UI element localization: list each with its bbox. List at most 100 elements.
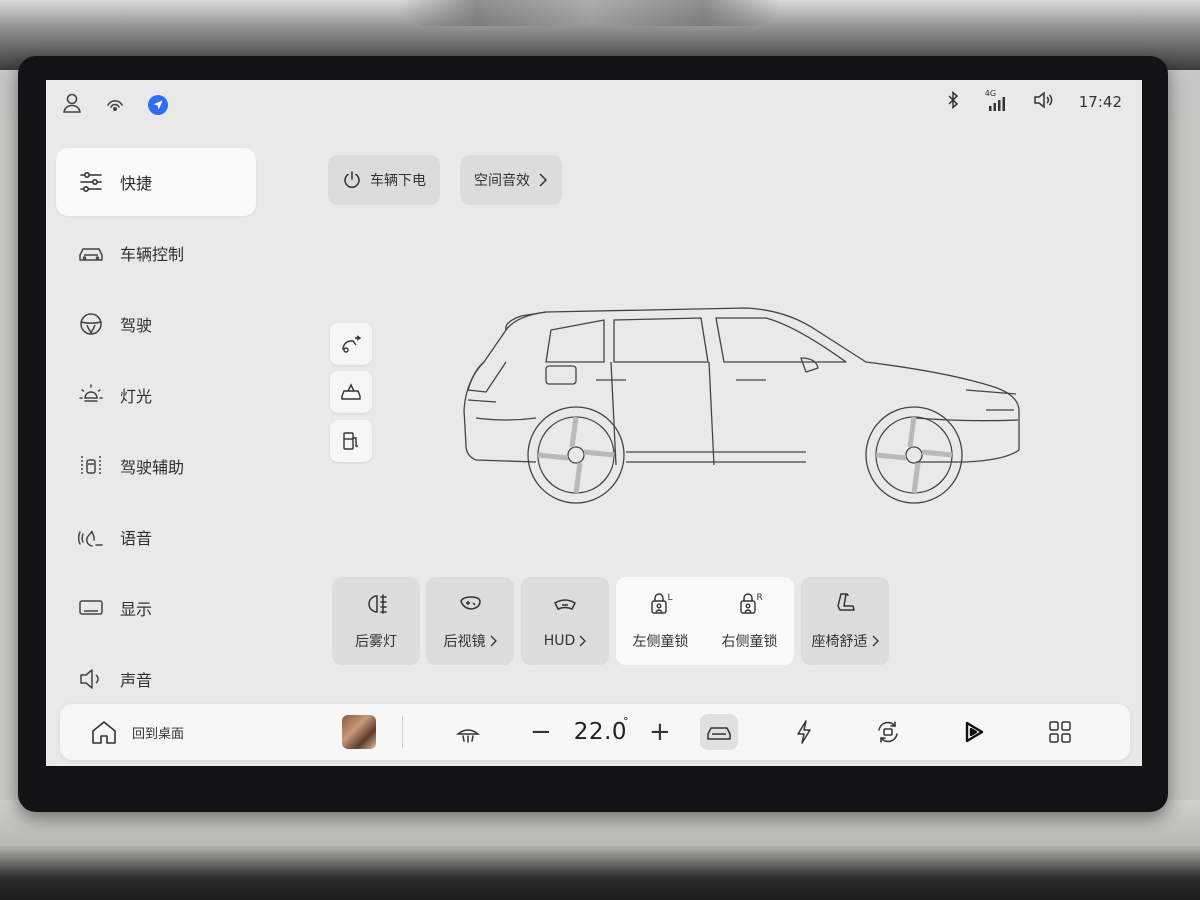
car-icon [79, 248, 103, 261]
light-icon [79, 384, 103, 402]
left-child-lock-button[interactable]: L 左侧童锁 [616, 577, 705, 665]
speaker-icon [80, 669, 99, 689]
temperature-control: − 22.0 ° + [530, 704, 671, 760]
hotspot-icon[interactable] [104, 94, 126, 116]
sidebar-item-display[interactable]: 显示 [56, 574, 256, 642]
rear-fog-light-button[interactable]: 后雾灯 [332, 577, 420, 665]
mirrors-label: 后视镜 [443, 634, 486, 650]
media-thumbnail[interactable] [342, 704, 376, 760]
dashboard-bottom [0, 800, 1200, 900]
temp-increase-button[interactable]: + [649, 717, 671, 747]
bluetooth-icon[interactable] [947, 90, 959, 113]
sidebar-item-label: 快捷 [120, 174, 153, 193]
volume-icon[interactable] [1033, 91, 1053, 113]
infotainment-screen: 4G 17:42 快捷 车辆控制 驾驶 灯光 驾驶辅助 语音 显示 声音 车辆下… [46, 80, 1142, 766]
reflection [400, 0, 780, 26]
hud-button[interactable]: HUD [521, 577, 609, 665]
left-child-lock-icon-wrap: L [648, 591, 674, 617]
right-child-lock-icon-wrap: R [737, 591, 763, 617]
vehicle-illustration [463, 307, 1020, 504]
play-icon [965, 721, 984, 743]
home-icon [92, 721, 116, 744]
display-icon [79, 600, 103, 615]
sliders-icon [80, 171, 102, 192]
vehicle-shortcut-button[interactable] [700, 704, 738, 760]
charge-port-button[interactable] [330, 420, 372, 462]
mirrors-tile-label: 后视镜 [444, 631, 497, 651]
home-button[interactable]: 回到桌面 [90, 704, 184, 760]
left-child-lock-label: 左侧童锁 [632, 634, 689, 650]
signal-icon: 4G [985, 89, 1007, 112]
temperature-number: 22.0 [573, 719, 628, 745]
front-trunk-icon [341, 383, 361, 400]
charging-button[interactable] [790, 704, 818, 760]
hud-label: HUD [543, 633, 576, 649]
trim-right [1166, 120, 1200, 820]
sidebar-item-label: 驾驶 [120, 316, 153, 335]
mirrors-button[interactable]: 后视镜 [426, 577, 514, 665]
lock-side-label: L [667, 593, 673, 603]
status-bar: 4G 17:42 [46, 80, 1142, 128]
right-child-lock-label: 右侧童锁 [721, 634, 778, 650]
lightning-icon [797, 720, 811, 744]
chevron-right-icon [872, 635, 879, 647]
power-off-label: 车辆下电 [370, 173, 426, 189]
chevron-right-icon [490, 635, 497, 647]
hud-tile-label: HUD [544, 633, 587, 649]
seat-comfort-label: 座椅舒适 [811, 634, 868, 650]
chevron-right-icon [579, 635, 587, 647]
sidebar-item-lights[interactable]: 灯光 [56, 361, 256, 429]
temperature-value: 22.0 ° [573, 715, 629, 745]
app-grid-button[interactable] [1046, 704, 1074, 760]
temp-decrease-button[interactable]: − [530, 717, 552, 747]
tailgate-icon [342, 335, 362, 353]
camera-rotate-icon [878, 721, 898, 743]
charge-port-icon [343, 432, 358, 450]
camera-360-button[interactable] [874, 704, 902, 760]
power-off-button[interactable]: 车辆下电 [328, 155, 440, 205]
vehicle-shortcut-active [700, 714, 738, 750]
degree-icon: ° [623, 715, 630, 728]
power-icon [344, 171, 360, 188]
right-child-lock-button[interactable]: R 右侧童锁 [705, 577, 794, 665]
sidebar-item-label: 灯光 [120, 387, 153, 406]
sidebar-item-label: 语音 [120, 529, 153, 548]
bottom-dock: 回到桌面 − 22.0 ° + [60, 704, 1130, 760]
sidebar-item-driving[interactable]: 驾驶 [56, 290, 256, 358]
sidebar-item-driver-assist[interactable]: 驾驶辅助 [56, 432, 256, 500]
sidebar-item-quick[interactable]: 快捷 [56, 148, 256, 216]
media-play-button[interactable] [960, 704, 988, 760]
grid-icon [1049, 721, 1071, 743]
sidebar-item-label: 驾驶辅助 [120, 458, 185, 477]
spatial-audio-label: 空间音效 [474, 173, 530, 189]
spatial-audio-button[interactable]: 空间音效 [460, 155, 562, 205]
sidebar-item-voice[interactable]: 语音 [56, 503, 256, 571]
rear-fog-icon [368, 594, 387, 614]
defrost-button[interactable] [454, 704, 482, 760]
lock-side-label: R [756, 593, 763, 603]
home-label: 回到桌面 [132, 726, 185, 742]
clock: 17:42 [1078, 93, 1122, 111]
settings-sidebar: 快捷 车辆控制 驾驶 灯光 驾驶辅助 语音 显示 声音 [56, 148, 256, 716]
seat-icon [837, 593, 855, 611]
steering-wheel-icon [80, 313, 102, 335]
navigation-icon[interactable] [148, 95, 168, 115]
car-icon [707, 727, 731, 740]
seat-comfort-button[interactable]: 座椅舒适 [801, 577, 889, 665]
rear-fog-label: 后雾灯 [355, 634, 397, 650]
tailgate-button[interactable] [330, 323, 372, 365]
sidebar-item-vehicle-control[interactable]: 车辆控制 [56, 219, 256, 287]
driver-assist-icon [81, 456, 101, 476]
voice-icon [78, 530, 103, 547]
dock-divider [402, 704, 403, 760]
defrost-icon [455, 729, 481, 743]
sidebar-item-sound[interactable]: 声音 [56, 645, 256, 713]
sidebar-item-label: 声音 [120, 671, 153, 690]
sidebar-item-label: 显示 [120, 600, 153, 619]
seat-tile-label: 座椅舒适 [812, 631, 879, 651]
album-art [342, 715, 376, 749]
front-trunk-button[interactable] [330, 371, 372, 413]
child-lock-group: L 左侧童锁 R 右侧童锁 [616, 577, 794, 665]
user-icon[interactable] [62, 92, 82, 118]
hud-icon [554, 599, 576, 610]
